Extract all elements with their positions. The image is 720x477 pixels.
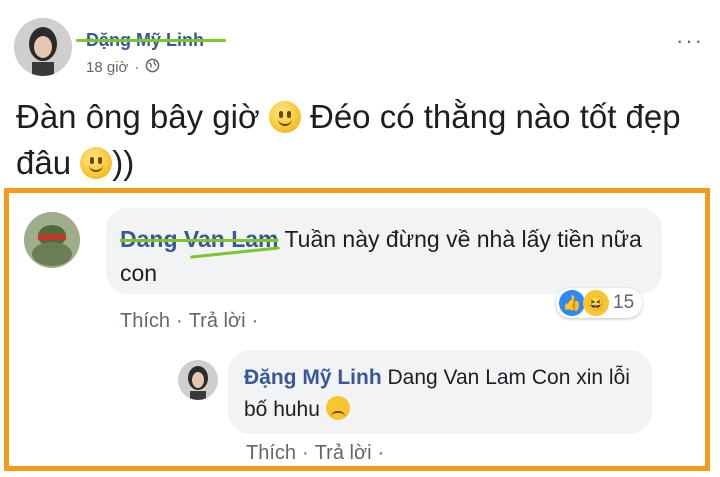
post-meta: 18 giờ · <box>86 58 160 77</box>
reaction-summary[interactable]: 👍 😆 15 <box>556 288 643 318</box>
sad-emoji-icon <box>325 396 350 420</box>
like-link[interactable]: Thích <box>246 442 296 465</box>
reply-bubble: Đặng Mỹ Linh Dang Van Lam Con xin lỗi bố… <box>228 350 652 434</box>
action-separator: · <box>251 310 259 332</box>
comment-actions: Thích · Trả lời · <box>120 310 258 333</box>
post-header: Đặng Mỹ Linh 18 giờ · ··· <box>14 14 704 84</box>
author-avatar[interactable] <box>14 18 72 76</box>
action-separator: · <box>176 310 183 332</box>
author-highlight-mark <box>76 39 226 42</box>
post-text: Đàn ông bây giờ Đéo có thằng nào tốt đẹp… <box>16 94 706 186</box>
globe-icon <box>145 58 160 77</box>
haha-reaction-icon: 😆 <box>583 290 609 316</box>
meta-separator: · <box>134 59 140 76</box>
commenter-avatar[interactable] <box>24 212 80 268</box>
reply-mention[interactable]: Dang Van Lam <box>388 366 527 389</box>
reply-author[interactable]: Đặng Mỹ Linh <box>244 366 382 389</box>
like-reaction-icon: 👍 <box>559 290 585 316</box>
more-options-icon[interactable]: ··· <box>676 28 704 54</box>
post-text-part1: Đàn ông bây giờ <box>16 98 260 135</box>
action-separator: · <box>302 442 309 464</box>
smile-emoji-icon <box>80 147 113 179</box>
reply-link[interactable]: Trả lời <box>315 442 372 465</box>
post-time[interactable]: 18 giờ <box>86 59 128 76</box>
smile-emoji-icon <box>268 101 301 133</box>
reply-actions: Thích · Trả lời · <box>246 442 384 465</box>
action-separator: · <box>377 442 385 464</box>
like-link[interactable]: Thích <box>120 310 170 333</box>
post-text-end: )) <box>112 144 135 181</box>
comment-bubble: Dang Van Lam Tuần này đừng về nhà lấy ti… <box>106 208 662 294</box>
reaction-count: 15 <box>613 292 635 313</box>
reply-link[interactable]: Trả lời <box>189 310 246 333</box>
reply-author-avatar[interactable] <box>178 360 218 400</box>
